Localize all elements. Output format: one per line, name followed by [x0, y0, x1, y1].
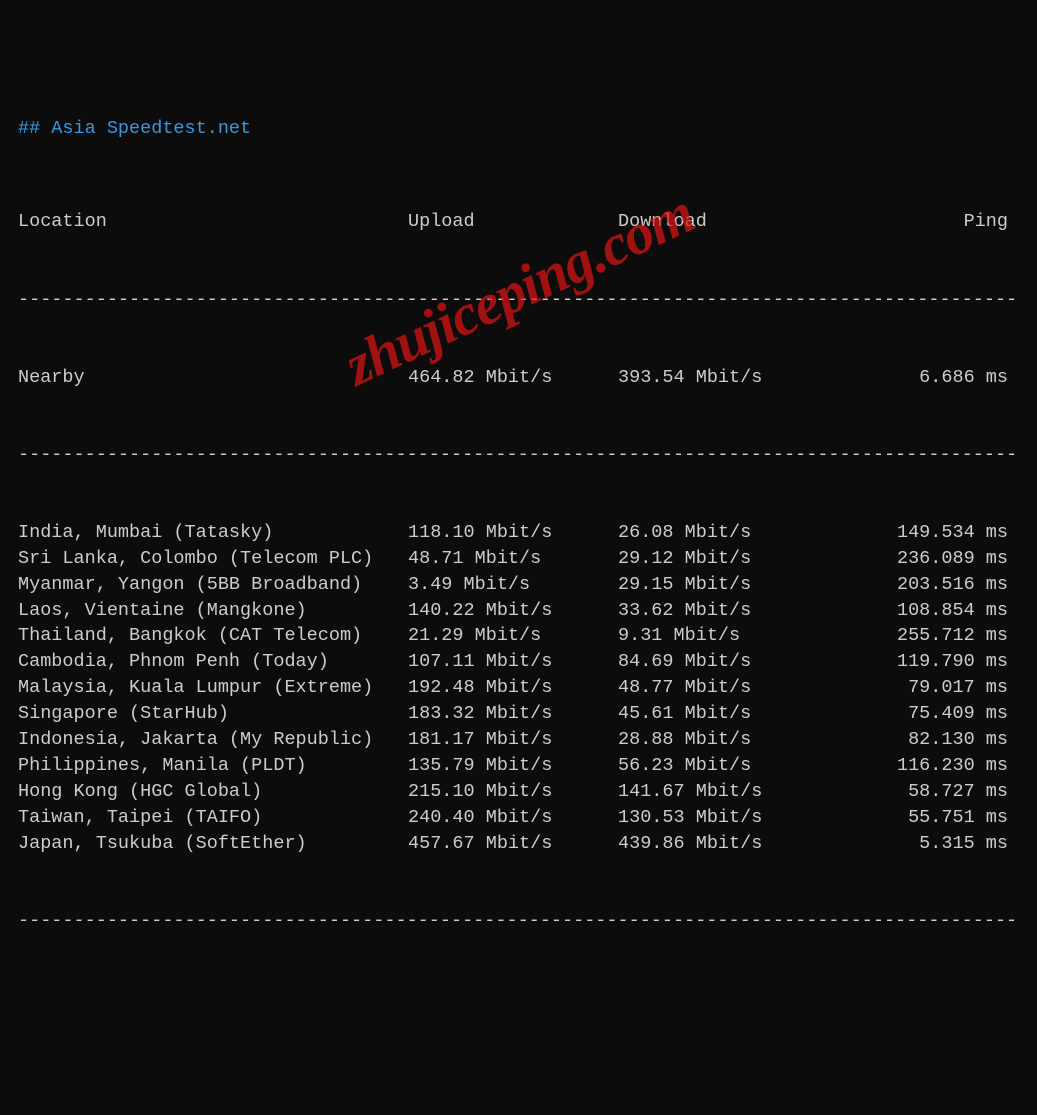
section-heading: ## Asia Speedtest.net — [18, 116, 1019, 142]
nearby-ping: 6.686 ms — [833, 365, 1008, 391]
divider-line: ----------------------------------------… — [18, 442, 1019, 468]
cell-ping: 79.017 ms — [833, 675, 1008, 701]
cell-upload: 457.67 Mbit/s — [408, 831, 618, 857]
cell-ping: 82.130 ms — [833, 727, 1008, 753]
cell-location: Sri Lanka, Colombo (Telecom PLC) — [18, 546, 408, 572]
header-ping: Ping — [833, 209, 1008, 235]
table-row: Philippines, Manila (PLDT)135.79 Mbit/s5… — [18, 753, 1019, 779]
cell-ping: 203.516 ms — [833, 572, 1008, 598]
cell-location: Cambodia, Phnom Penh (Today) — [18, 649, 408, 675]
cell-download: 29.15 Mbit/s — [618, 572, 833, 598]
cell-ping: 55.751 ms — [833, 805, 1008, 831]
cell-upload: 107.11 Mbit/s — [408, 649, 618, 675]
cell-upload: 118.10 Mbit/s — [408, 520, 618, 546]
cell-download: 56.23 Mbit/s — [618, 753, 833, 779]
table-row: Thailand, Bangkok (CAT Telecom)21.29 Mbi… — [18, 623, 1019, 649]
divider-line: ----------------------------------------… — [18, 287, 1019, 313]
cell-ping: 119.790 ms — [833, 649, 1008, 675]
nearby-upload: 464.82 Mbit/s — [408, 365, 618, 391]
cell-download: 45.61 Mbit/s — [618, 701, 833, 727]
cell-ping: 236.089 ms — [833, 546, 1008, 572]
cell-location: Myanmar, Yangon (5BB Broadband) — [18, 572, 408, 598]
cell-download: 26.08 Mbit/s — [618, 520, 833, 546]
table-row: Japan, Tsukuba (SoftEther)457.67 Mbit/s4… — [18, 831, 1019, 857]
cell-ping: 149.534 ms — [833, 520, 1008, 546]
cell-ping: 116.230 ms — [833, 753, 1008, 779]
cell-location: Malaysia, Kuala Lumpur (Extreme) — [18, 675, 408, 701]
cell-upload: 215.10 Mbit/s — [408, 779, 618, 805]
table-row: Myanmar, Yangon (5BB Broadband)3.49 Mbit… — [18, 572, 1019, 598]
cell-download: 439.86 Mbit/s — [618, 831, 833, 857]
cell-location: Hong Kong (HGC Global) — [18, 779, 408, 805]
data-rows: India, Mumbai (Tatasky)118.10 Mbit/s26.0… — [18, 520, 1019, 857]
cell-ping: 75.409 ms — [833, 701, 1008, 727]
cell-location: India, Mumbai (Tatasky) — [18, 520, 408, 546]
table-row: Singapore (StarHub)183.32 Mbit/s45.61 Mb… — [18, 701, 1019, 727]
cell-location: Laos, Vientaine (Mangkone) — [18, 598, 408, 624]
cell-upload: 48.71 Mbit/s — [408, 546, 618, 572]
cell-download: 130.53 Mbit/s — [618, 805, 833, 831]
cell-upload: 135.79 Mbit/s — [408, 753, 618, 779]
table-row: Cambodia, Phnom Penh (Today)107.11 Mbit/… — [18, 649, 1019, 675]
cell-download: 141.67 Mbit/s — [618, 779, 833, 805]
divider-line: ----------------------------------------… — [18, 908, 1019, 934]
table-row: India, Mumbai (Tatasky)118.10 Mbit/s26.0… — [18, 520, 1019, 546]
nearby-download: 393.54 Mbit/s — [618, 365, 833, 391]
cell-ping: 5.315 ms — [833, 831, 1008, 857]
cell-ping: 255.712 ms — [833, 623, 1008, 649]
cell-location: Philippines, Manila (PLDT) — [18, 753, 408, 779]
cell-download: 9.31 Mbit/s — [618, 623, 833, 649]
table-row: Indonesia, Jakarta (My Republic)181.17 M… — [18, 727, 1019, 753]
header-location: Location — [18, 209, 408, 235]
cell-location: Singapore (StarHub) — [18, 701, 408, 727]
cell-upload: 3.49 Mbit/s — [408, 572, 618, 598]
table-row: Taiwan, Taipei (TAIFO)240.40 Mbit/s130.5… — [18, 805, 1019, 831]
cell-location: Japan, Tsukuba (SoftEther) — [18, 831, 408, 857]
table-row: Laos, Vientaine (Mangkone)140.22 Mbit/s3… — [18, 598, 1019, 624]
cell-download: 48.77 Mbit/s — [618, 675, 833, 701]
cell-upload: 240.40 Mbit/s — [408, 805, 618, 831]
cell-upload: 183.32 Mbit/s — [408, 701, 618, 727]
header-download: Download — [618, 209, 833, 235]
table-header-row: Location Upload Download Ping — [18, 209, 1019, 235]
table-row: Malaysia, Kuala Lumpur (Extreme)192.48 M… — [18, 675, 1019, 701]
cell-location: Thailand, Bangkok (CAT Telecom) — [18, 623, 408, 649]
table-row: Sri Lanka, Colombo (Telecom PLC)48.71 Mb… — [18, 546, 1019, 572]
cell-upload: 181.17 Mbit/s — [408, 727, 618, 753]
cell-upload: 21.29 Mbit/s — [408, 623, 618, 649]
header-upload: Upload — [408, 209, 618, 235]
nearby-row: Nearby 464.82 Mbit/s 393.54 Mbit/s 6.686… — [18, 365, 1019, 391]
cell-download: 84.69 Mbit/s — [618, 649, 833, 675]
cell-download: 33.62 Mbit/s — [618, 598, 833, 624]
nearby-location: Nearby — [18, 365, 408, 391]
cell-download: 29.12 Mbit/s — [618, 546, 833, 572]
cell-ping: 58.727 ms — [833, 779, 1008, 805]
cell-upload: 140.22 Mbit/s — [408, 598, 618, 624]
cell-location: Taiwan, Taipei (TAIFO) — [18, 805, 408, 831]
cell-location: Indonesia, Jakarta (My Republic) — [18, 727, 408, 753]
cell-ping: 108.854 ms — [833, 598, 1008, 624]
cell-download: 28.88 Mbit/s — [618, 727, 833, 753]
cell-upload: 192.48 Mbit/s — [408, 675, 618, 701]
table-row: Hong Kong (HGC Global)215.10 Mbit/s141.6… — [18, 779, 1019, 805]
